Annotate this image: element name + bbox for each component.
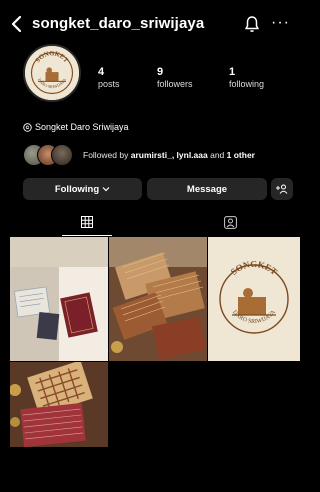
post-logo-image: SONGKET DARO SRIWIJAYA <box>208 237 300 361</box>
followed-by-suffix: and <box>207 150 227 160</box>
following-button-label: Following <box>54 183 100 195</box>
profile-tabs <box>0 208 297 236</box>
songket-logo: SONGKET DARO SRIWIJAYA <box>25 46 79 100</box>
post-thumbnail[interactable] <box>10 237 108 361</box>
followed-by-text: Followed by arumirsti_, lynl.aaa and 1 o… <box>83 150 255 160</box>
following-label: following <box>229 79 265 89</box>
profile-full-name[interactable]: Songket Daro Sriwijaya <box>23 122 129 132</box>
message-button-label: Message <box>186 183 228 195</box>
posts-label: posts <box>98 79 120 89</box>
stat-following[interactable]: 1 following <box>229 66 264 90</box>
add-user-icon <box>276 184 288 194</box>
more-options-icon[interactable]: ··· <box>271 15 290 31</box>
followed-by-prefix: Followed by <box>83 150 131 160</box>
post-image <box>10 237 108 361</box>
profile-avatar[interactable]: SONGKET DARO SRIWIJAYA <box>23 44 81 102</box>
message-button[interactable]: Message <box>147 178 267 200</box>
following-count: 1 <box>229 66 236 78</box>
chevron-down-icon <box>102 187 110 192</box>
bell-icon[interactable] <box>244 15 260 33</box>
full-name-text: Songket Daro Sriwijaya <box>35 122 129 132</box>
profile-username: songket_daro_sriwijaya <box>32 15 205 32</box>
threads-icon <box>23 122 32 132</box>
chevron-left-icon[interactable] <box>8 14 26 34</box>
tagged-person-icon <box>223 215 237 229</box>
followed-by-names[interactable]: arumirsti_, lynl.aaa <box>131 150 208 160</box>
post-image <box>10 362 108 447</box>
add-user-button[interactable] <box>271 178 293 200</box>
grid-icon <box>81 215 93 228</box>
post-image <box>109 237 207 361</box>
followers-count: 9 <box>157 66 164 78</box>
followed-by-row[interactable]: Followed by arumirsti_, lynl.aaa and 1 o… <box>23 144 255 166</box>
stat-posts[interactable]: 4 posts <box>98 66 120 90</box>
top-bar: songket_daro_sriwijaya ··· <box>0 10 297 38</box>
posts-grid: SONGKET DARO SRIWIJAYA <box>10 237 300 447</box>
tab-tagged[interactable] <box>205 208 255 236</box>
following-button[interactable]: Following <box>23 178 142 200</box>
followers-label: followers <box>157 79 193 89</box>
post-thumbnail[interactable]: SONGKET DARO SRIWIJAYA <box>208 237 300 361</box>
tab-posts-grid[interactable] <box>62 208 112 236</box>
follower-avatars <box>23 144 81 166</box>
post-thumbnail[interactable] <box>10 362 108 447</box>
avatar <box>51 144 73 166</box>
post-thumbnail[interactable] <box>109 237 207 361</box>
stat-followers[interactable]: 9 followers <box>157 66 193 90</box>
posts-count: 4 <box>98 66 105 78</box>
followed-by-other[interactable]: 1 other <box>227 150 255 160</box>
